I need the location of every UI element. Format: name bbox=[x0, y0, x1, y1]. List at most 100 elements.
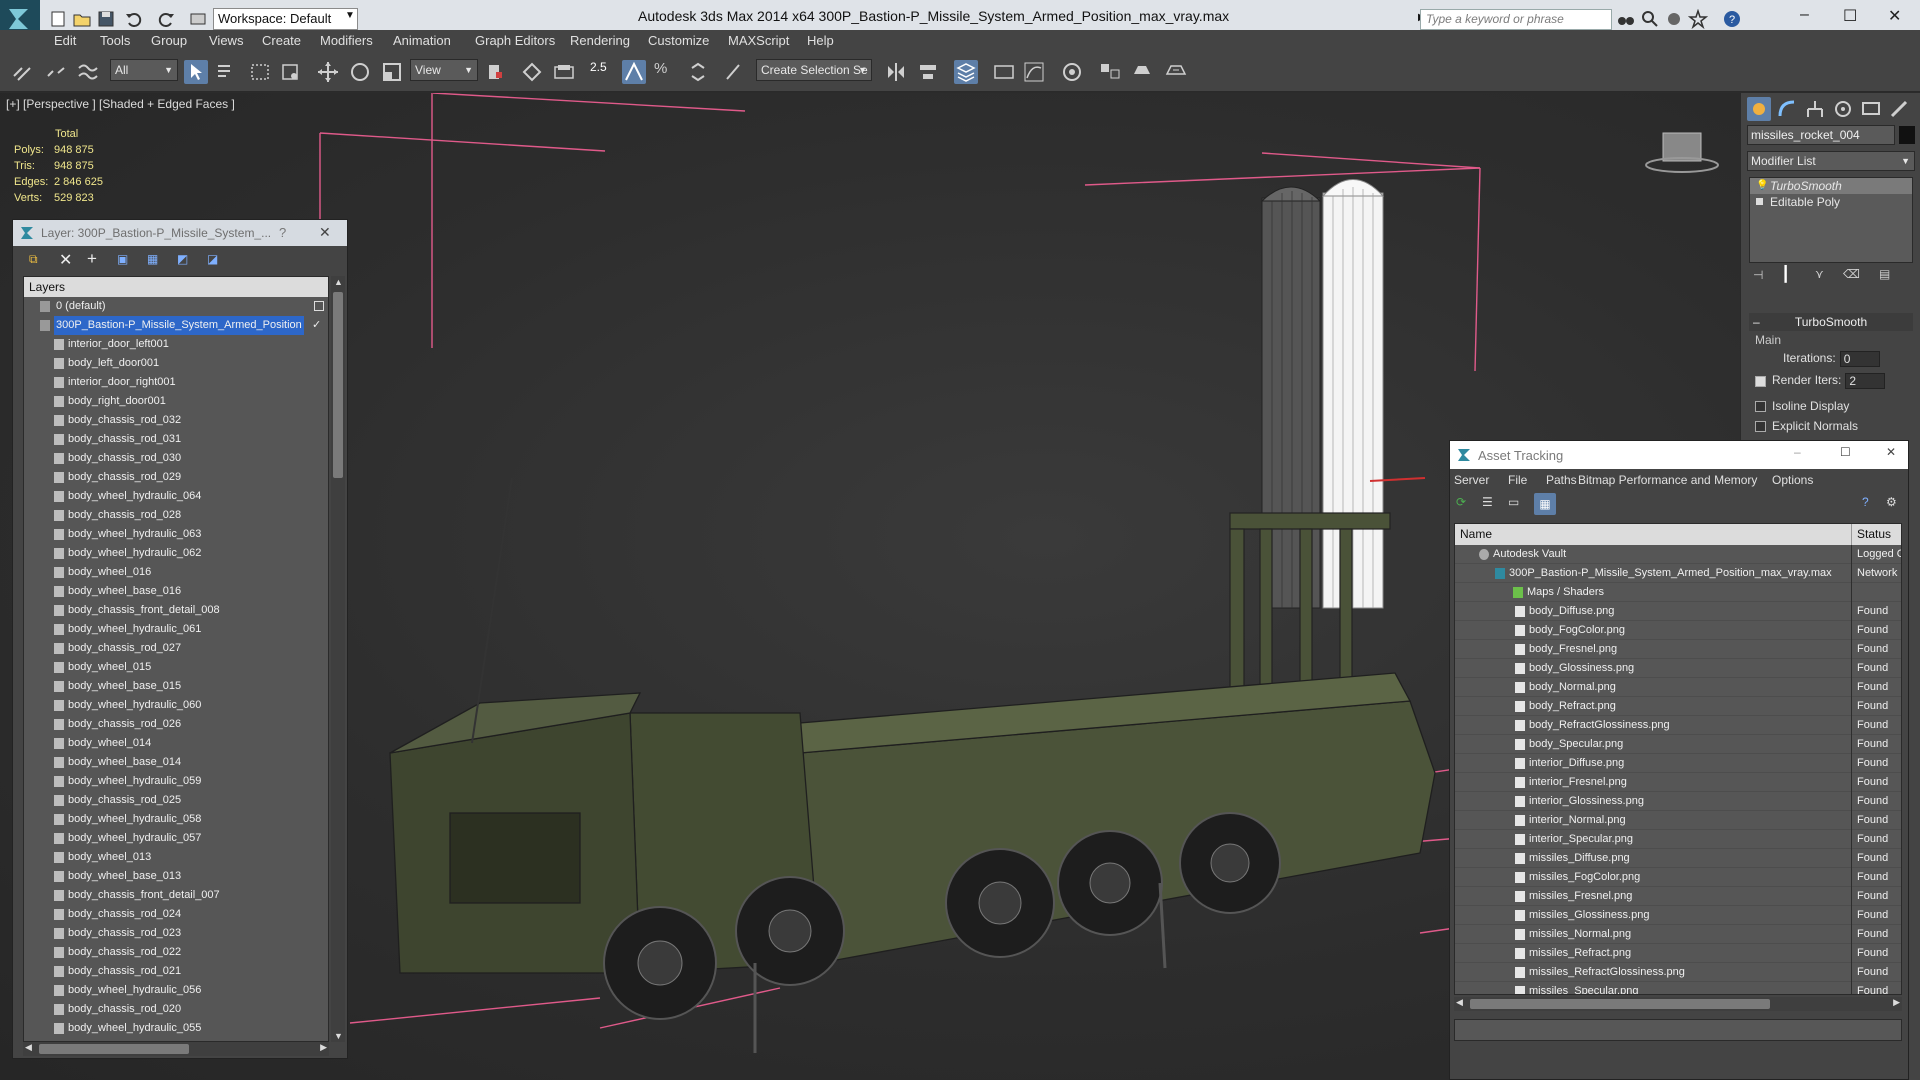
asset-map-row[interactable]: missiles_Specular.png Found bbox=[1455, 982, 1901, 994]
layer-object-row[interactable]: body_wheel_base_013 bbox=[24, 867, 328, 886]
asset-map-row[interactable]: interior_Diffuse.png Found bbox=[1455, 754, 1901, 773]
iterations-spinner[interactable]: 0 bbox=[1839, 351, 1880, 367]
chevron-down-icon[interactable]: ▼ bbox=[345, 10, 355, 21]
layer-object-row[interactable]: body_wheel_014 bbox=[24, 734, 328, 753]
layer-object-row[interactable]: body_wheel_hydraulic_061 bbox=[24, 620, 328, 639]
layer-horizontal-scrollbar[interactable]: ◀ ▶ bbox=[23, 1042, 329, 1056]
new-layer-icon[interactable]: ⧉ bbox=[29, 252, 38, 267]
object-color-swatch[interactable] bbox=[1899, 126, 1915, 144]
highlight-layer-icon[interactable]: ▦ bbox=[147, 252, 158, 266]
asset-menu-paths[interactable]: Paths bbox=[1546, 473, 1577, 487]
lightbulb-icon[interactable]: 💡 bbox=[1756, 178, 1768, 194]
layer-object-row[interactable]: body_chassis_rod_021 bbox=[24, 962, 328, 981]
utilities-tab-icon[interactable] bbox=[1887, 97, 1911, 121]
asset-menu-bitmap-performance[interactable]: Bitmap Performance and Memory bbox=[1578, 473, 1757, 487]
layer-object-row[interactable]: body_chassis_rod_029 bbox=[24, 468, 328, 487]
refresh-icon[interactable]: ⟳ bbox=[1456, 495, 1466, 509]
asset-menu-file[interactable]: File bbox=[1508, 473, 1527, 487]
layer-object-row[interactable]: body_right_door001 bbox=[24, 392, 328, 411]
unlink-icon[interactable] bbox=[44, 60, 68, 84]
isoline-checkbox[interactable] bbox=[1755, 401, 1766, 413]
add-to-layer-icon[interactable]: + bbox=[87, 249, 97, 269]
menu-graph-editors[interactable]: Graph Editors bbox=[475, 33, 555, 48]
layers-column-header[interactable]: Layers bbox=[24, 277, 328, 297]
asset-menu-options[interactable]: Options bbox=[1772, 473, 1813, 487]
pivot-center-icon[interactable] bbox=[484, 60, 508, 84]
close-button[interactable]: ✕ bbox=[1888, 6, 1901, 26]
asset-row-vault[interactable]: Autodesk Vault Logged Ou bbox=[1455, 545, 1901, 564]
scroll-left-icon[interactable]: ◀ bbox=[25, 1042, 32, 1053]
scroll-right-icon[interactable]: ▶ bbox=[1893, 997, 1900, 1008]
layer-object-row[interactable]: body_chassis_rod_028 bbox=[24, 506, 328, 525]
scroll-left-icon[interactable]: ◀ bbox=[1456, 997, 1463, 1008]
keyboard-shortcut-override-icon[interactable] bbox=[552, 60, 576, 84]
search-input[interactable]: Type a keyword or phrase bbox=[1420, 9, 1612, 30]
list-view-icon[interactable]: ☰ bbox=[1482, 495, 1493, 509]
selection-filter-dropdown[interactable]: All ▼ bbox=[110, 59, 178, 81]
thumbnail-view-icon[interactable]: ▭ bbox=[1508, 495, 1519, 509]
layer-window-titlebar[interactable]: Layer: 300P_Bastion-P_Missile_System_...… bbox=[13, 220, 347, 246]
menu-help[interactable]: Help bbox=[807, 33, 834, 48]
spinner-snap-icon[interactable] bbox=[686, 60, 710, 84]
asset-map-row[interactable]: missiles_Fresnel.png Found bbox=[1455, 887, 1901, 906]
hold-icon[interactable] bbox=[188, 9, 208, 29]
material-editor-icon[interactable] bbox=[1098, 60, 1122, 84]
asset-map-row[interactable]: body_Specular.png Found bbox=[1455, 735, 1901, 754]
mirror-icon[interactable] bbox=[884, 60, 908, 84]
scroll-thumb[interactable] bbox=[333, 292, 343, 478]
asset-map-row[interactable]: interior_Fresnel.png Found bbox=[1455, 773, 1901, 792]
layer-object-row[interactable]: body_wheel_015 bbox=[24, 658, 328, 677]
menu-customize[interactable]: Customize bbox=[648, 33, 709, 48]
asset-menu-server[interactable]: Server bbox=[1454, 473, 1489, 487]
asset-map-row[interactable]: body_Refract.png Found bbox=[1455, 697, 1901, 716]
create-tab-icon[interactable] bbox=[1747, 97, 1771, 121]
angle-snap-icon[interactable] bbox=[622, 60, 646, 84]
scroll-up-icon[interactable]: ▲ bbox=[334, 277, 343, 287]
layer-object-row[interactable]: body_wheel_hydraulic_056 bbox=[24, 981, 328, 1000]
make-unique-icon[interactable]: ⋎ bbox=[1815, 267, 1824, 281]
viewport-label[interactable]: [+] [Perspective ] [Shaded + Edged Faces… bbox=[6, 97, 235, 111]
asset-map-row[interactable]: interior_Glossiness.png Found bbox=[1455, 792, 1901, 811]
named-selection-dropdown[interactable]: Create Selection Se ▼ bbox=[756, 59, 872, 81]
bind-space-warp-icon[interactable] bbox=[76, 60, 100, 84]
asset-horizontal-scrollbar[interactable]: ◀ ▶ bbox=[1454, 997, 1902, 1011]
asset-map-row[interactable]: body_RefractGlossiness.png Found bbox=[1455, 716, 1901, 735]
asset-map-row[interactable]: interior_Specular.png Found bbox=[1455, 830, 1901, 849]
move-icon[interactable] bbox=[316, 60, 340, 84]
layer-object-row[interactable]: body_chassis_rod_024 bbox=[24, 905, 328, 924]
scroll-right-icon[interactable]: ▶ bbox=[320, 1042, 327, 1053]
asset-map-row[interactable]: missiles_Diffuse.png Found bbox=[1455, 849, 1901, 868]
checkmark-icon[interactable]: ✓ bbox=[312, 316, 321, 335]
minimize-button[interactable]: – bbox=[1794, 445, 1801, 459]
layer-object-row[interactable]: body_wheel_hydraulic_060 bbox=[24, 696, 328, 715]
layer-object-row[interactable]: body_wheel_013 bbox=[24, 848, 328, 867]
render-iters-spinner[interactable]: 2 bbox=[1845, 373, 1886, 389]
help-icon[interactable]: ? bbox=[1862, 495, 1869, 509]
motion-tab-icon[interactable] bbox=[1831, 97, 1855, 121]
menu-modifiers[interactable]: Modifiers bbox=[320, 33, 373, 48]
asset-map-row[interactable]: body_Glossiness.png Found bbox=[1455, 659, 1901, 678]
pin-stack-icon[interactable]: ⊣ bbox=[1753, 268, 1763, 282]
asset-map-row[interactable]: body_FogColor.png Found bbox=[1455, 621, 1901, 640]
asset-map-row[interactable]: missiles_FogColor.png Found bbox=[1455, 868, 1901, 887]
close-button[interactable]: ✕ bbox=[319, 224, 331, 241]
show-end-result-icon[interactable]: ┃ bbox=[1781, 265, 1790, 283]
menu-animation[interactable]: Animation bbox=[393, 33, 451, 48]
layer-object-row[interactable]: body_wheel_hydraulic_062 bbox=[24, 544, 328, 563]
menu-rendering[interactable]: Rendering bbox=[570, 33, 630, 48]
reference-coordinate-dropdown[interactable]: View ▼ bbox=[410, 59, 478, 81]
display-tab-icon[interactable] bbox=[1859, 97, 1883, 121]
asset-map-row[interactable]: missiles_Normal.png Found bbox=[1455, 925, 1901, 944]
render-setup-icon[interactable] bbox=[1130, 60, 1154, 84]
workspace-dropdown[interactable]: Workspace: Default bbox=[213, 8, 358, 30]
layer-object-row[interactable]: body_wheel_hydraulic_064 bbox=[24, 487, 328, 506]
layer-object-row[interactable]: body_left_door001 bbox=[24, 354, 328, 373]
layer-object-row[interactable]: body_wheel_016 bbox=[24, 563, 328, 582]
asset-map-row[interactable]: missiles_Glossiness.png Found bbox=[1455, 906, 1901, 925]
window-crossing-icon[interactable] bbox=[278, 60, 302, 84]
select-objects-icon[interactable]: ▣ bbox=[117, 252, 128, 266]
save-file-icon[interactable] bbox=[96, 9, 116, 29]
asset-map-row[interactable]: interior_Normal.png Found bbox=[1455, 811, 1901, 830]
modify-tab-icon[interactable] bbox=[1775, 97, 1799, 121]
layer-object-row[interactable]: body_chassis_rod_022 bbox=[24, 943, 328, 962]
